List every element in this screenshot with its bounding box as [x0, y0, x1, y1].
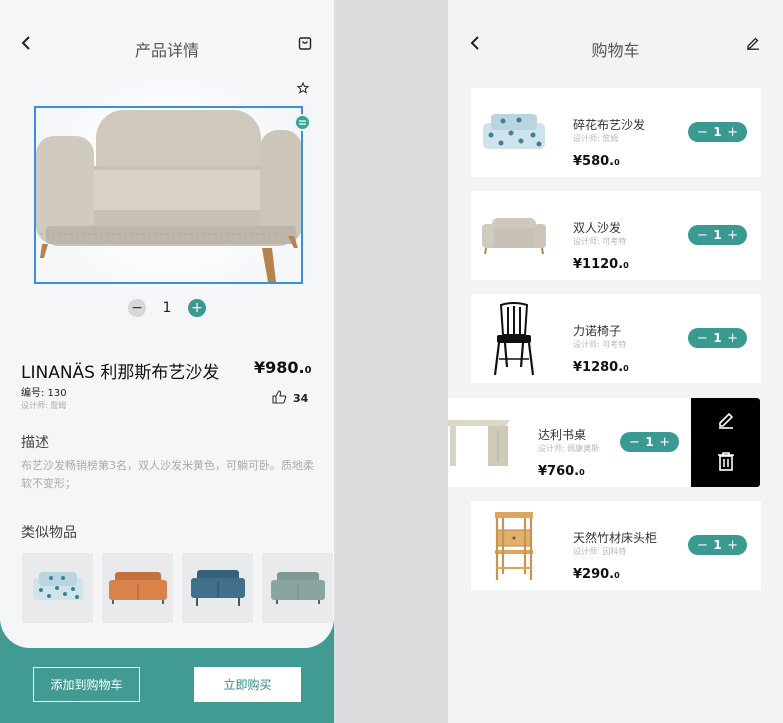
cart-item-stepper: − 1 +: [688, 535, 747, 555]
product-price: ¥980.0: [254, 358, 312, 377]
increase-button[interactable]: +: [187, 299, 206, 317]
increase-button[interactable]: +: [659, 435, 670, 450]
product-designer: 设计师: 詹姆: [21, 401, 67, 410]
edit-icon[interactable]: [717, 411, 735, 433]
similar-item[interactable]: [262, 553, 333, 623]
cart-item[interactable]: 达利书桌 设计师: 佩康奥斯 ¥760.0 − 1 +: [448, 398, 691, 487]
cart-item-qty: 1: [713, 125, 722, 139]
cart-item-swiped[interactable]: 达利书桌 设计师: 佩康奥斯 ¥760.0 − 1 +: [448, 398, 760, 487]
description-title: 描述: [21, 435, 49, 451]
similar-item[interactable]: [102, 553, 173, 623]
decrease-button[interactable]: −: [697, 538, 708, 553]
cart-item[interactable]: 力诺椅子 设计师: 可考特 ¥1280.0 − 1 +: [471, 294, 761, 383]
cart-item-designer: 设计师: 可考特: [573, 237, 627, 246]
cart-item-name: 达利书桌: [538, 428, 587, 442]
product-detail-screen: 产品详情 − 1 + LINANÄS 利那斯布艺沙发 ¥980.0 编号: 13…: [0, 0, 334, 723]
add-to-cart-button[interactable]: 添加到购物车: [33, 667, 140, 702]
cart-item-image: [479, 507, 549, 585]
cart-item-price: ¥290.0: [573, 567, 620, 582]
cart-item[interactable]: 天然竹材床头柜 设计师: 因科特 ¥290.0 − 1 +: [471, 501, 761, 590]
quantity-stepper: − 1 +: [128, 299, 206, 317]
cart-item-name: 双人沙发: [573, 221, 622, 235]
like-count: 34: [293, 392, 309, 405]
cart-screen: 购物车 碎花布艺沙发 设计师: 詹姆 ¥580.0 − 1 + 双人沙发 设计师…: [448, 0, 783, 723]
cart-item-designer: 设计师: 可考特: [573, 340, 627, 349]
decrease-button[interactable]: −: [697, 331, 708, 346]
cart-item-image: [448, 412, 512, 472]
resize-handle[interactable]: [294, 114, 311, 131]
cart-item-image: [479, 201, 549, 271]
cart-item[interactable]: 碎花布艺沙发 设计师: 詹姆 ¥580.0 − 1 +: [471, 88, 761, 177]
cart-item-qty: 1: [645, 435, 654, 449]
similar-item[interactable]: [22, 553, 93, 623]
shopping-bag-icon[interactable]: [296, 34, 314, 52]
decrease-button[interactable]: −: [629, 435, 640, 450]
cart-item-stepper: − 1 +: [620, 432, 679, 452]
increase-button[interactable]: +: [727, 538, 738, 553]
description-text: 布艺沙发畅销榜第3名，双人沙发米黄色，可躺可卧。质地柔软不变形；: [21, 459, 314, 490]
star-icon[interactable]: [294, 79, 312, 97]
product-name: LINANÄS 利那斯布艺沙发: [21, 363, 220, 383]
cart-item-name: 力诺椅子: [573, 324, 622, 338]
decrease-button[interactable]: −: [128, 299, 146, 317]
cart-item-name: 天然竹材床头柜: [573, 531, 658, 545]
decrease-button[interactable]: −: [697, 228, 708, 243]
cart-item-stepper: − 1 +: [688, 225, 747, 245]
cart-item-price: ¥1120.0: [573, 257, 629, 272]
cart-item-stepper: − 1 +: [688, 122, 747, 142]
cart-item-qty: 1: [713, 228, 722, 242]
cart-item[interactable]: 双人沙发 设计师: 可考特 ¥1120.0 − 1 +: [471, 191, 761, 280]
cart-item-qty: 1: [713, 331, 722, 345]
increase-button[interactable]: +: [727, 228, 738, 243]
edit-icon[interactable]: [744, 34, 762, 52]
similar-item[interactable]: [182, 553, 253, 623]
decrease-button[interactable]: −: [697, 125, 708, 140]
image-selection-frame: [34, 106, 303, 284]
swipe-actions: [691, 398, 760, 487]
product-detail-card: 产品详情 − 1 + LINANÄS 利那斯布艺沙发 ¥980.0 编号: 13…: [0, 0, 334, 648]
cart-title: 购物车: [591, 41, 640, 60]
page-title: 产品详情: [134, 41, 199, 60]
cart-item-price: ¥760.0: [538, 464, 585, 479]
increase-button[interactable]: +: [727, 125, 738, 140]
cart-item-designer: 设计师: 因科特: [573, 547, 627, 556]
cart-item-image: [479, 300, 549, 378]
cart-item-stepper: − 1 +: [688, 328, 747, 348]
cart-item-price: ¥580.0: [573, 154, 620, 169]
quantity-value: 1: [162, 300, 172, 316]
cart-item-designer: 设计师: 佩康奥斯: [538, 444, 600, 453]
buy-now-button[interactable]: 立即购买: [194, 667, 301, 702]
product-code: 编号: 130: [21, 388, 67, 399]
trash-icon[interactable]: [717, 451, 735, 475]
similar-title: 类似物品: [21, 525, 77, 541]
cart-item-name: 碎花布艺沙发: [573, 118, 646, 132]
like-counter[interactable]: 34: [272, 390, 308, 407]
cart-item-qty: 1: [713, 538, 722, 552]
thumbs-up-icon[interactable]: [272, 390, 287, 407]
cart-item-image: [479, 98, 549, 168]
cart-item-price: ¥1280.0: [573, 360, 629, 375]
cart-item-designer: 设计师: 詹姆: [573, 134, 619, 143]
increase-button[interactable]: +: [727, 331, 738, 346]
similar-items-list: [22, 553, 333, 623]
